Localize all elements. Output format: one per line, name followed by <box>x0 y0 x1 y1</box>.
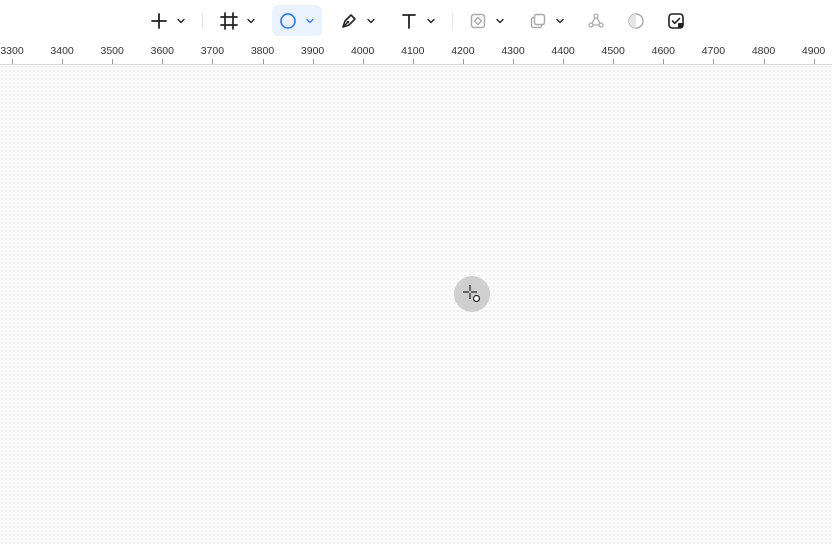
ruler-tick <box>663 59 664 64</box>
toolbar <box>0 0 832 43</box>
text-icon <box>397 9 421 33</box>
mask-tool-button[interactable] <box>624 5 648 36</box>
crosshair-cursor-icon <box>454 276 490 312</box>
ruler-tick <box>263 59 264 64</box>
ruler-tick <box>513 59 514 64</box>
chevron-down-icon[interactable] <box>493 14 507 28</box>
circle-icon <box>276 9 300 33</box>
ruler-label: 4800 <box>751 45 776 57</box>
toolbar-divider <box>452 13 453 28</box>
chevron-down-icon[interactable] <box>364 14 378 28</box>
ruler-tick <box>12 59 13 64</box>
design-canvas[interactable] <box>0 65 832 544</box>
ruler-label: 3700 <box>200 45 225 57</box>
ruler-tick <box>713 59 714 64</box>
ruler-tick <box>814 59 815 64</box>
ruler-tick <box>613 59 614 64</box>
ruler-tick <box>162 59 163 64</box>
horizontal-ruler[interactable]: 3300 3400 3500 3600 3700 3800 3900 4000 4100 4200… <box>0 43 832 65</box>
ruler-label: 4000 <box>351 45 375 57</box>
ruler-label: 3300 <box>0 45 24 57</box>
chevron-down-icon[interactable] <box>424 14 438 28</box>
ruler-label: 3800 <box>250 45 275 57</box>
pen-nib-icon <box>337 9 361 33</box>
ruler-label: 4200 <box>451 45 475 57</box>
ruler-tick <box>363 59 364 64</box>
text-tool-button[interactable] <box>397 5 438 36</box>
boolean-union-icon <box>526 9 550 33</box>
component-tool-button[interactable] <box>466 5 507 36</box>
ruler-label: 3600 <box>150 45 174 57</box>
ruler-label: 4900 <box>801 45 826 57</box>
ellipse-tool-button[interactable] <box>272 5 322 36</box>
ruler-tick <box>563 59 564 64</box>
boolean-tool-button[interactable] <box>526 5 567 36</box>
ruler-label: 3400 <box>50 45 74 57</box>
chevron-down-icon[interactable] <box>303 14 317 28</box>
ruler-label: 4300 <box>501 45 525 57</box>
ruler-tick <box>313 59 314 64</box>
add-tool-button[interactable] <box>147 5 188 36</box>
ruler-label: 3500 <box>100 45 124 57</box>
design-editor: 3300 3400 3500 3600 3700 3800 3900 4000 4100 4200… <box>0 0 832 544</box>
ruler-label: 4500 <box>601 45 625 57</box>
plus-icon <box>147 9 171 33</box>
export-tool-button[interactable] <box>664 5 688 36</box>
component-icon <box>466 9 490 33</box>
vector-network-tool-button[interactable] <box>584 5 608 36</box>
ruler-label: 4700 <box>701 45 726 57</box>
export-check-icon <box>664 9 688 33</box>
ruler-tick <box>463 59 464 64</box>
frame-tool-button[interactable] <box>217 5 258 36</box>
chevron-down-icon[interactable] <box>244 14 258 28</box>
mask-circle-icon <box>624 9 648 33</box>
ruler-tick <box>112 59 113 64</box>
ruler-tick <box>212 59 213 64</box>
ruler-tick <box>62 59 63 64</box>
ruler-tick <box>764 59 765 64</box>
ruler-label: 4600 <box>651 45 675 57</box>
frame-icon <box>217 9 241 33</box>
vector-nodes-icon <box>584 9 608 33</box>
ruler-label: 4400 <box>551 45 575 57</box>
ruler-tick <box>413 59 414 64</box>
ruler-label: 4100 <box>401 45 425 57</box>
pen-tool-button[interactable] <box>337 5 378 36</box>
ruler-label: 3900 <box>300 45 325 57</box>
toolbar-divider <box>202 13 203 28</box>
chevron-down-icon[interactable] <box>553 14 567 28</box>
chevron-down-icon[interactable] <box>174 14 188 28</box>
